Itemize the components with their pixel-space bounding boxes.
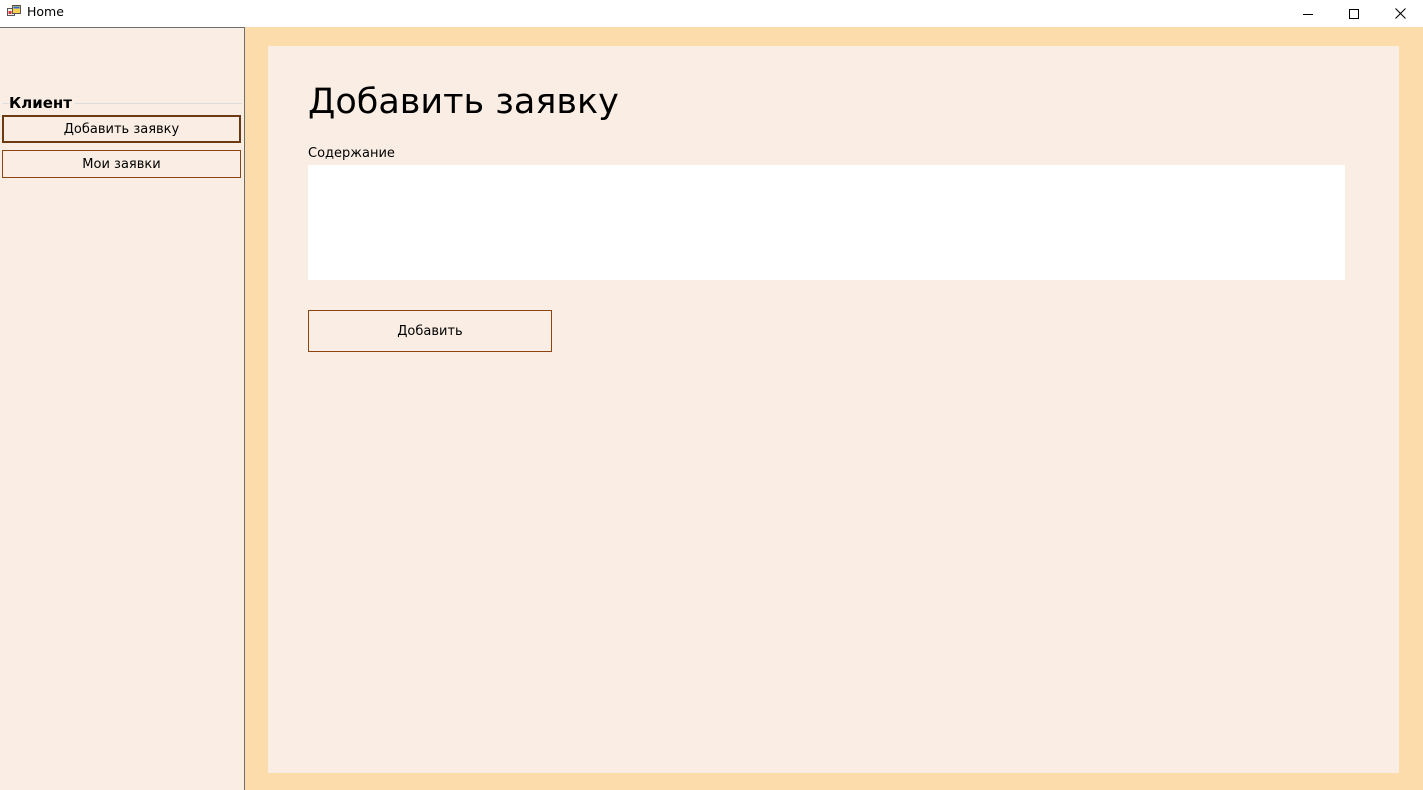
app-icon: [7, 4, 21, 18]
sidebar: Клиент Добавить заявку Мои заявки: [0, 27, 245, 790]
window-title: Home: [27, 4, 64, 19]
maximize-button[interactable]: [1331, 0, 1377, 27]
sidebar-item-add-request[interactable]: Добавить заявку: [2, 115, 241, 143]
sidebar-item-label: Добавить заявку: [63, 121, 180, 137]
sidebar-item-my-requests[interactable]: Мои заявки: [2, 150, 241, 178]
content-input[interactable]: [308, 165, 1345, 280]
close-button[interactable]: [1377, 0, 1423, 27]
title-bar: Home: [0, 0, 1423, 27]
content-label: Содержание: [308, 146, 395, 161]
page-title: Добавить заявку: [308, 82, 619, 122]
sidebar-item-label: Мои заявки: [82, 156, 161, 172]
maximize-icon: [1349, 8, 1359, 19]
close-icon: [1394, 8, 1406, 19]
minimize-icon: [1303, 13, 1313, 15]
content-frame: Добавить заявку Содержание Добавить: [245, 27, 1423, 790]
add-button[interactable]: Добавить: [308, 310, 552, 352]
sidebar-group-title: Клиент: [9, 94, 75, 112]
content-panel: Добавить заявку Содержание Добавить: [268, 46, 1399, 773]
minimize-button[interactable]: [1285, 0, 1331, 27]
add-button-label: Добавить: [397, 323, 463, 339]
